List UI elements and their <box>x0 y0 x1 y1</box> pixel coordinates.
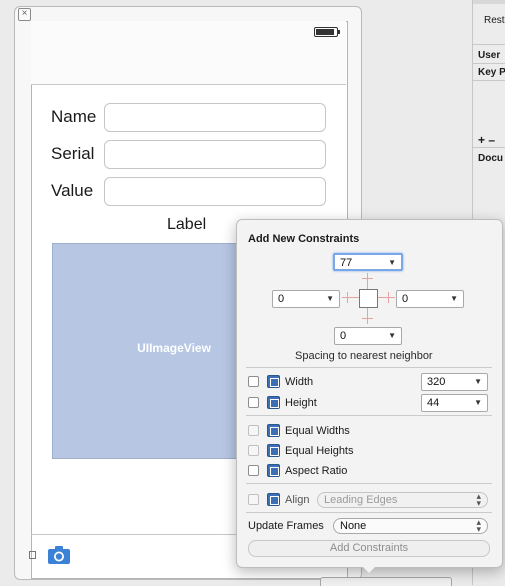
aspect-ratio-label: Aspect Ratio <box>285 465 348 477</box>
align-checkbox[interactable] <box>248 494 259 505</box>
camera-icon[interactable] <box>47 545 71 565</box>
width-constraint-icon <box>267 375 280 388</box>
inspector-divider <box>473 80 505 81</box>
user-defined-attributes-header: User <box>478 50 501 61</box>
popover-title: Add New Constraints <box>248 233 360 245</box>
spacing-hint-text: Spacing to nearest neighbor <box>295 350 433 362</box>
inspector-divider <box>473 63 505 64</box>
height-checkbox[interactable] <box>248 397 259 408</box>
chevron-down-icon: ▼ <box>388 331 396 340</box>
top-spacing-value: 77 <box>340 257 353 269</box>
width-checkbox[interactable] <box>248 376 259 387</box>
section-divider <box>246 367 492 368</box>
height-value-combobox[interactable]: 44 ▼ <box>421 394 488 412</box>
left-spacing-combobox[interactable]: 0 ▼ <box>272 290 340 308</box>
width-value-combobox[interactable]: 320 ▼ <box>421 373 488 391</box>
chevron-down-icon: ▼ <box>388 258 396 267</box>
top-pin-tick <box>362 278 373 279</box>
aspect-ratio-icon <box>267 464 280 477</box>
dock-edge-icon <box>29 551 36 559</box>
restoration-id-label: Resto <box>484 15 505 26</box>
equal-widths-checkbox[interactable] <box>248 425 259 436</box>
chevron-down-icon: ▼ <box>326 294 334 303</box>
align-icon <box>267 493 280 506</box>
right-spacing-value: 0 <box>402 293 409 305</box>
bottom-pin-tick <box>362 318 373 319</box>
align-label: Align <box>285 494 310 506</box>
width-value: 320 <box>427 376 446 388</box>
height-label: Height <box>285 397 317 409</box>
left-pin-tick <box>347 292 348 303</box>
equal-widths-icon <box>267 424 280 437</box>
equal-heights-icon <box>267 444 280 457</box>
inspector-divider <box>473 147 505 148</box>
top-spacing-combobox[interactable]: 77 ▼ <box>333 253 403 271</box>
bottom-spacing-combobox[interactable]: 0 ▼ <box>334 327 402 345</box>
section-divider <box>246 512 492 513</box>
value-text-field[interactable] <box>104 177 326 206</box>
top-pin-strut[interactable] <box>367 273 368 289</box>
right-spacing-combobox[interactable]: 0 ▼ <box>396 290 464 308</box>
height-constraint-icon <box>267 396 280 409</box>
left-pin-strut[interactable] <box>342 297 359 298</box>
update-frames-label: Update Frames <box>248 520 324 532</box>
popover-arrow <box>360 564 378 573</box>
name-text-field[interactable] <box>104 103 326 132</box>
up-down-arrows-icon: ▴ ▾ <box>476 517 481 534</box>
section-divider <box>246 415 492 416</box>
add-constraints-button[interactable]: Add Constraints <box>248 540 490 557</box>
key-path-column-header: Key P <box>478 67 505 78</box>
pin-center-box <box>359 289 378 308</box>
bottom-spacing-value: 0 <box>340 330 347 342</box>
update-frames-value: None <box>340 520 367 532</box>
update-frames-popup-button[interactable]: None ▴ ▾ <box>333 518 488 534</box>
right-pin-tick <box>388 292 389 303</box>
width-label: Width <box>285 376 314 388</box>
document-section-header: Docu <box>478 153 503 164</box>
align-value: Leading Edges <box>324 494 398 506</box>
date-label[interactable]: Label <box>167 216 206 234</box>
chevron-down-icon: ▼ <box>474 377 482 386</box>
section-divider <box>246 483 492 484</box>
serial-label[interactable]: Serial <box>51 144 94 164</box>
right-pin-strut[interactable] <box>377 297 395 298</box>
inspector-divider <box>473 44 505 45</box>
navigation-bar[interactable] <box>31 21 346 85</box>
align-popup-button[interactable]: Leading Edges ▴ ▾ <box>317 492 488 508</box>
equal-widths-label: Equal Widths <box>285 425 350 437</box>
name-label[interactable]: Name <box>51 107 96 127</box>
inspector-top-edge <box>473 0 505 4</box>
chevron-down-icon: ▼ <box>474 398 482 407</box>
bottom-pin-strut[interactable] <box>367 307 368 324</box>
battery-icon <box>314 27 340 37</box>
value-label[interactable]: Value <box>51 181 93 201</box>
serial-text-field[interactable] <box>104 140 326 169</box>
close-scene-icon[interactable]: × <box>18 8 31 21</box>
up-down-arrows-icon: ▴ ▾ <box>476 491 481 508</box>
chevron-down-icon: ▼ <box>450 294 458 303</box>
equal-heights-label: Equal Heights <box>285 445 354 457</box>
add-remove-attribute-buttons[interactable]: + – <box>478 133 505 147</box>
aspect-ratio-checkbox[interactable] <box>248 465 259 476</box>
equal-heights-checkbox[interactable] <box>248 445 259 456</box>
left-spacing-value: 0 <box>278 293 285 305</box>
height-value: 44 <box>427 397 440 409</box>
